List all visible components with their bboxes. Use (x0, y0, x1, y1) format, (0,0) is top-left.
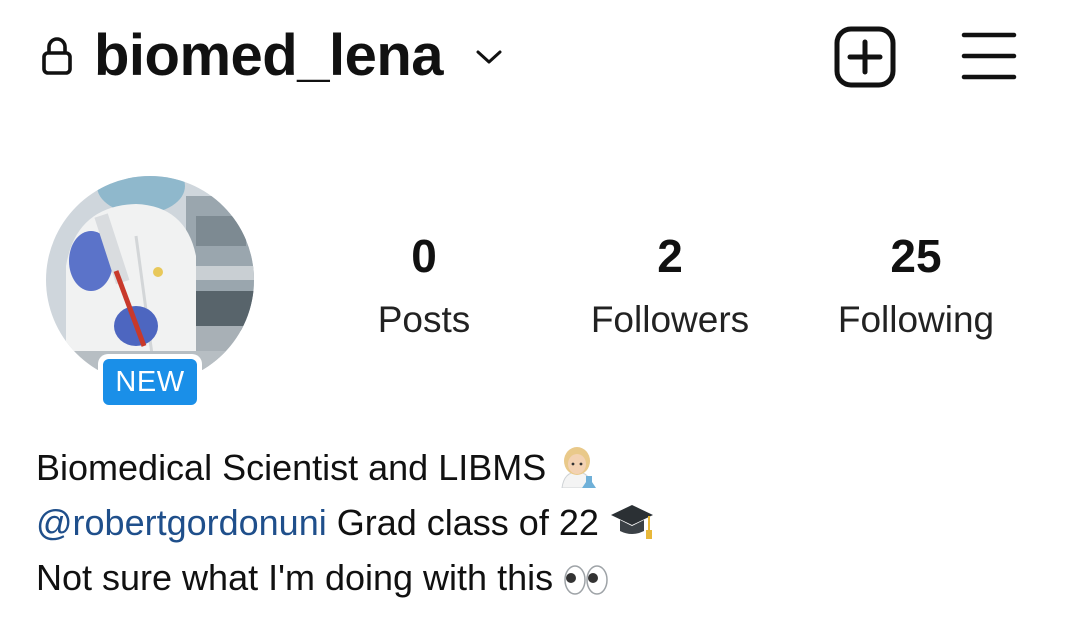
bio-line-2: @robertgordonuni Grad class of 22 (36, 495, 1036, 550)
profile-avatar[interactable] (46, 176, 254, 384)
posts-stat[interactable]: 0 Posts (314, 226, 534, 348)
followers-label: Followers (590, 299, 750, 340)
followers-count: 2 (657, 230, 683, 282)
following-label: Following (837, 299, 995, 340)
bio-line-3-text: Not sure what I'm doing with this (36, 557, 554, 598)
bio-line-1: Biomedical Scientist and LIBMS (36, 440, 1036, 495)
posts-label: Posts (377, 299, 471, 340)
lock-icon (42, 37, 72, 75)
graduation-cap-emoji (610, 505, 653, 539)
profile-bio: Biomedical Scientist and LIBMS @robertgo… (36, 440, 1036, 605)
new-badge-label: NEW (103, 359, 197, 405)
following-stat[interactable]: 25 Following (806, 226, 1026, 348)
following-count: 25 (890, 230, 942, 282)
new-badge: NEW (98, 354, 202, 410)
chevron-down-icon[interactable] (474, 46, 504, 66)
avatar[interactable] (46, 176, 254, 384)
posts-count: 0 (411, 230, 437, 282)
username-title[interactable]: biomed_lena (94, 18, 444, 94)
scientist-emoji (561, 447, 597, 488)
hamburger-menu-icon[interactable] (960, 30, 1018, 82)
followers-stat[interactable]: 2 Followers (560, 226, 780, 348)
profile-header: biomed_lena (0, 0, 1066, 112)
mention-link[interactable]: @robertgordonuni (36, 502, 327, 543)
bio-line-1-text: Biomedical Scientist and LIBMS (36, 447, 547, 488)
plus-square-icon[interactable] (834, 26, 896, 88)
bio-line-2-text: Grad class of 22 (326, 502, 599, 543)
bio-line-3: Not sure what I'm doing with this (36, 550, 1036, 605)
avatar-photo (46, 176, 254, 384)
eyes-emoji (564, 565, 608, 595)
